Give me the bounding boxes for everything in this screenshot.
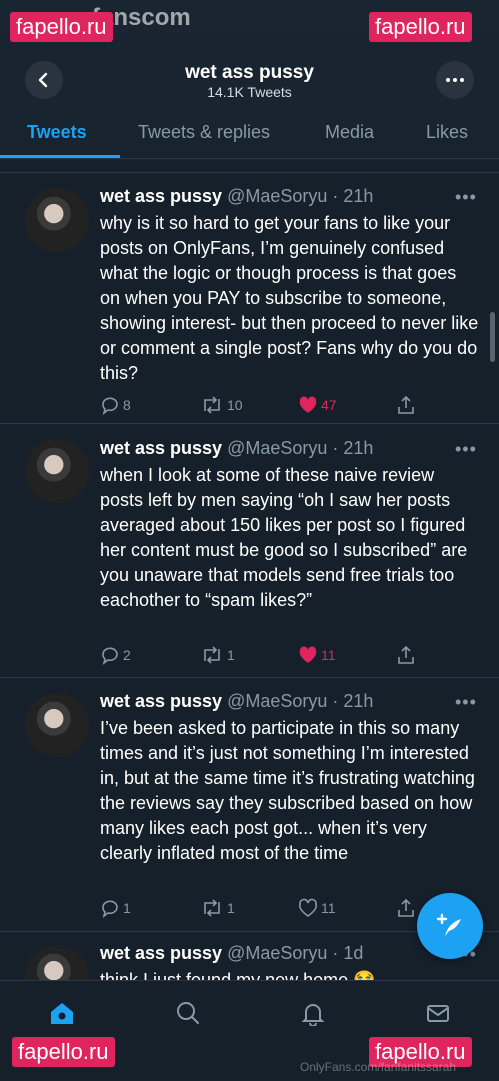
share-button[interactable]: [396, 395, 419, 415]
retweet-button[interactable]: 1: [200, 645, 235, 665]
tweet-handle-time: @MaeSoryu · 21h: [227, 438, 374, 458]
avatar[interactable]: [25, 439, 89, 503]
watermark-top-left: fapello.ru: [10, 12, 113, 42]
avatar[interactable]: [25, 188, 89, 252]
tweet-count: 14.1K Tweets: [207, 84, 292, 100]
tweet-actions: 8 10 47: [100, 395, 430, 417]
tweet-text: when I look at some of these naive revie…: [100, 465, 468, 610]
like-button[interactable]: 11: [298, 898, 336, 918]
heart-filled-icon: [299, 396, 317, 413]
tweet-author-name: wet ass pussy: [100, 438, 223, 458]
tab-media[interactable]: Media: [325, 122, 374, 143]
tweet-author-name: wet ass pussy: [100, 186, 223, 206]
profile-tabs: Tweets Tweets & replies Media Likes: [0, 112, 499, 159]
tweet-handle-time: @MaeSoryu · 21h: [227, 691, 374, 711]
tweet-more-button[interactable]: •••: [455, 439, 477, 460]
tweet-handle-time: @MaeSoryu · 1d: [227, 943, 364, 963]
tweet-actions: 1 1 11: [100, 898, 430, 920]
reply-count: 1: [123, 900, 131, 916]
tweet-header: wet ass pussy @MaeSoryu · 21h: [100, 438, 373, 459]
heart-filled-icon: [299, 646, 317, 663]
tab-tweets[interactable]: Tweets: [27, 122, 87, 143]
retweet-count: 1: [227, 647, 235, 663]
more-options-button[interactable]: [436, 61, 474, 99]
like-count: 47: [321, 397, 337, 413]
tweet[interactable]: wet ass pussy @MaeSoryu · 21h ••• why is…: [0, 172, 499, 421]
tab-tweets-replies[interactable]: Tweets & replies: [138, 122, 270, 143]
tweet-more-button[interactable]: •••: [455, 692, 477, 713]
share-icon: [398, 898, 414, 917]
reply-icon: [102, 647, 118, 665]
bell-icon: [301, 1004, 325, 1026]
scrollbar[interactable]: [490, 312, 495, 362]
tweet-text: why is it so hard to get your fans to li…: [100, 213, 479, 383]
search-icon: [177, 1002, 199, 1024]
retweet-icon: [204, 396, 220, 414]
nav-search[interactable]: [174, 999, 202, 1027]
share-button[interactable]: [396, 898, 419, 918]
compose-tweet-button[interactable]: [417, 893, 483, 959]
reply-count: 8: [123, 397, 131, 413]
tweet-actions: 2 1 11: [100, 645, 430, 667]
like-count: 11: [321, 900, 336, 916]
more-horizontal-icon: [446, 78, 464, 82]
nav-messages[interactable]: [424, 999, 452, 1027]
avatar[interactable]: [25, 945, 89, 981]
reply-button[interactable]: 8: [100, 395, 131, 415]
share-icon: [398, 645, 414, 664]
like-count: 11: [321, 647, 336, 663]
watermark-bottom-text: OnlyFans.com/fanfanitssarah: [300, 1060, 457, 1074]
retweet-count: 1: [227, 900, 235, 916]
retweet-count: 10: [227, 397, 243, 413]
reply-count: 2: [123, 647, 131, 663]
retweet-icon: [204, 899, 220, 917]
tweet-header: wet ass pussy @MaeSoryu · 21h: [100, 186, 373, 207]
tweet-more-button[interactable]: •••: [455, 187, 477, 208]
like-button[interactable]: 47: [298, 395, 337, 415]
active-tab-indicator: [0, 155, 120, 158]
retweet-icon: [204, 646, 220, 664]
retweet-button[interactable]: 10: [200, 395, 243, 415]
tweet-header: wet ass pussy @MaeSoryu · 21h: [100, 691, 373, 712]
nav-notifications[interactable]: [299, 999, 327, 1027]
reply-button[interactable]: 1: [100, 898, 131, 918]
reply-icon: [102, 397, 118, 415]
reply-button[interactable]: 2: [100, 645, 131, 665]
tweet-author-name: wet ass pussy: [100, 943, 223, 963]
profile-title: wet ass pussy: [185, 62, 314, 83]
watermark-top-right: fapello.ru: [369, 12, 472, 42]
heart-outline-icon: [298, 898, 318, 917]
compose-feather-icon: [436, 913, 461, 936]
like-button[interactable]: 11: [298, 645, 336, 665]
tab-likes[interactable]: Likes: [426, 122, 468, 143]
tweet-text: I’ve been asked to participate in this s…: [100, 718, 475, 863]
share-icon: [398, 395, 414, 414]
mail-icon: [427, 1005, 449, 1022]
tweet[interactable]: wet ass pussy @MaeSoryu · 21h ••• I’ve b…: [0, 677, 499, 931]
tweet-author-name: wet ass pussy: [100, 691, 223, 711]
avatar[interactable]: [25, 693, 89, 757]
home-icon: [51, 1003, 73, 1024]
tweet[interactable]: wet ass pussy @MaeSoryu · 21h ••• when I…: [0, 423, 499, 677]
tweet-handle-time: @MaeSoryu · 21h: [227, 186, 374, 206]
watermark-bottom-left: fapello.ru: [12, 1037, 115, 1067]
reply-icon: [102, 900, 118, 918]
tweet-header: wet ass pussy @MaeSoryu · 1d: [100, 943, 363, 964]
share-button[interactable]: [396, 645, 419, 665]
retweet-button[interactable]: 1: [200, 898, 235, 918]
nav-home[interactable]: [48, 999, 76, 1027]
